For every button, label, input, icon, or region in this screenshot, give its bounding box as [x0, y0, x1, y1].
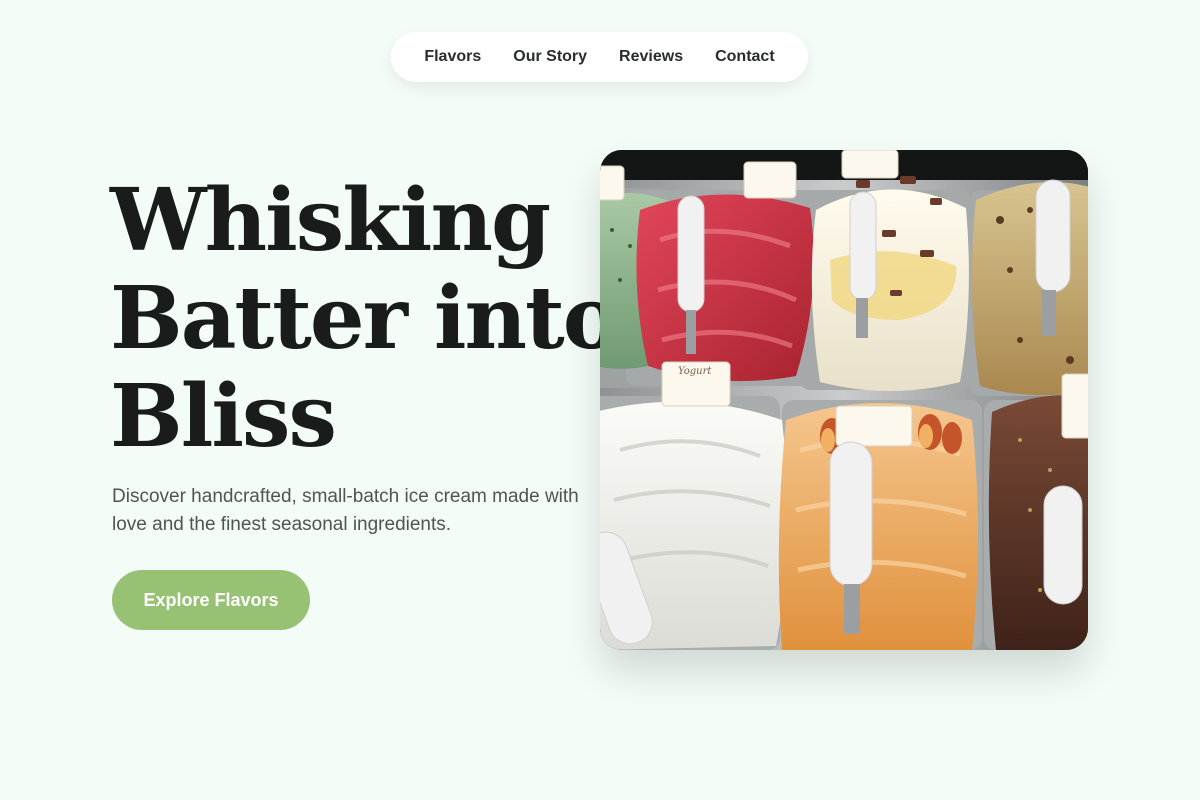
hero-subtitle: Discover handcrafted, small-batch ice cr… — [112, 486, 579, 535]
top-nav: Flavors Our Story Reviews Contact — [391, 32, 808, 82]
explore-flavors-button[interactable]: Explore Flavors — [112, 570, 310, 630]
nav-link-reviews[interactable]: Reviews — [619, 48, 683, 66]
nav-link-flavors[interactable]: Flavors — [424, 48, 481, 66]
nav-link-our-story[interactable]: Our Story — [513, 48, 587, 66]
headline-line-2: Batter into — [110, 268, 620, 369]
hero-image: Yogurt — [600, 150, 1088, 650]
tray-label-yogurt: Yogurt — [678, 366, 712, 377]
hero-headline: Whisking Batter into Bliss — [110, 170, 620, 467]
headline-line-3: Bliss — [110, 366, 337, 467]
headline-line-1: Whisking — [110, 170, 551, 271]
nav-link-contact[interactable]: Contact — [715, 48, 775, 66]
